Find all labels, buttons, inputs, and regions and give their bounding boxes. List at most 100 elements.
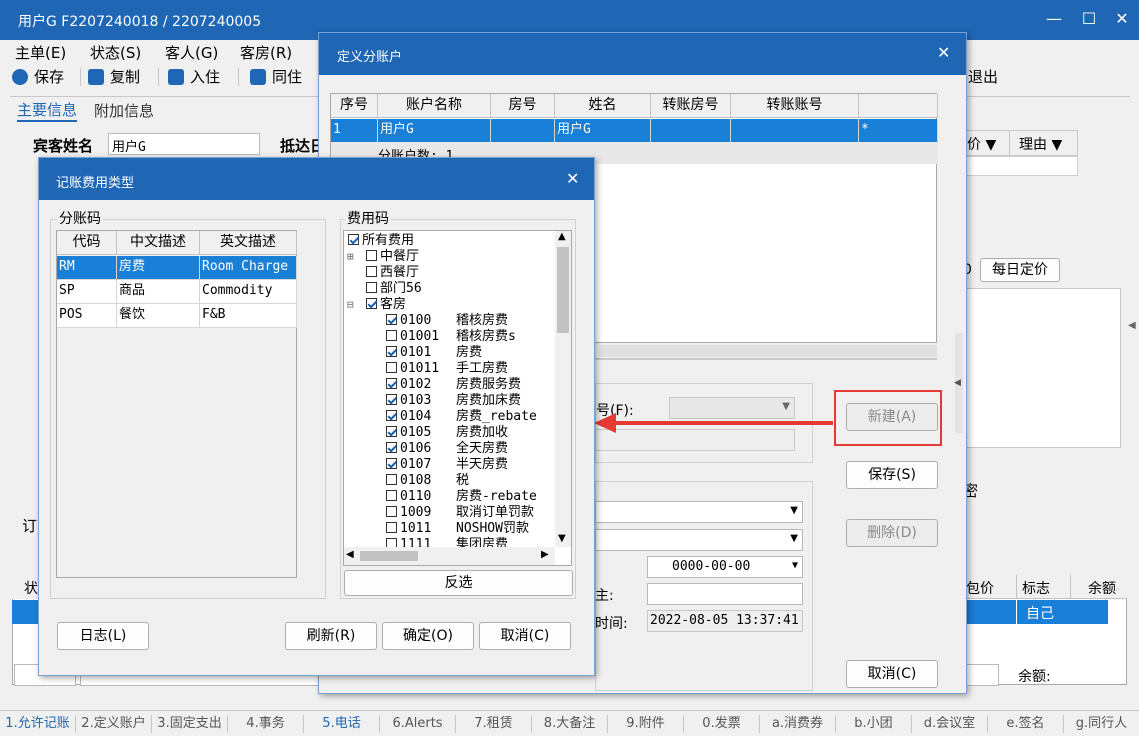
refresh-button[interactable]: 刷新(R) <box>285 622 377 650</box>
detail-select-1[interactable]: ▼ <box>595 501 803 523</box>
save-button[interactable]: 保存 <box>12 66 64 87</box>
status-tab-meeting-room[interactable]: d.会议室 <box>912 715 988 733</box>
ok-button[interactable]: 确定(O) <box>382 622 474 650</box>
tree-node[interactable]: 0105 房费加收 <box>386 425 508 441</box>
table-row[interactable]: 1 用户G 用户G * <box>331 119 938 143</box>
tree-checkbox[interactable] <box>366 266 377 277</box>
chevron-left-icon[interactable]: ◀ <box>346 549 354 560</box>
expand-icon[interactable]: ⊞ <box>347 249 354 264</box>
tree-checkbox[interactable] <box>366 282 377 293</box>
copy-button[interactable]: 复制 <box>88 66 140 87</box>
bottom-input-right[interactable] <box>966 664 999 686</box>
balance-header[interactable]: 余额 <box>1088 578 1116 598</box>
share-button[interactable]: 同住 <box>250 66 302 87</box>
tree-checkbox[interactable] <box>348 234 359 245</box>
save-button[interactable]: 保存(S) <box>846 461 938 489</box>
tree-node[interactable]: 部门56 <box>366 281 422 297</box>
tab-extra-info[interactable]: 附加信息 <box>94 100 154 121</box>
tree-checkbox[interactable] <box>386 410 397 421</box>
tree-checkbox[interactable] <box>386 458 397 469</box>
col-account-name[interactable]: 账户名称 <box>378 94 491 118</box>
cancel-button[interactable]: 取消(C) <box>479 622 571 650</box>
tree-checkbox[interactable] <box>386 474 397 485</box>
status-tab-remark[interactable]: 8.大备注 <box>532 715 608 733</box>
status-tab-signature[interactable]: e.签名 <box>988 715 1064 733</box>
status-tab-affairs[interactable]: 4.事务 <box>228 715 304 733</box>
tree-node[interactable]: 1011 NOSHOW罚款 <box>386 521 529 537</box>
minimize-icon[interactable]: — <box>1045 10 1063 28</box>
tree-node[interactable]: ⊟ 客房 <box>347 297 406 313</box>
col-guest-name[interactable]: 姓名 <box>555 94 651 118</box>
horizontal-scrollbar[interactable]: ◀ ▶ <box>344 547 555 565</box>
collapse-icon[interactable]: ⊟ <box>347 297 354 312</box>
tree-node[interactable]: 0108 税 <box>386 473 469 489</box>
menu-item-guest[interactable]: 客人(G) <box>165 42 218 63</box>
checkin-button[interactable]: 入住 <box>168 66 220 87</box>
tree-node[interactable]: ⊞ 中餐厅 <box>347 249 419 265</box>
tree-checkbox[interactable] <box>386 506 397 517</box>
daily-price-button[interactable]: 每日定价 <box>980 258 1060 282</box>
col-transfer-room[interactable]: 转账房号 <box>651 94 731 118</box>
remark-box[interactable] <box>966 288 1121 448</box>
flag-header[interactable]: 标志 <box>1022 578 1050 598</box>
status-tab-allow-charge[interactable]: 1.允许记账 <box>0 715 76 733</box>
tree-checkbox[interactable] <box>386 490 397 501</box>
tree-node[interactable]: 0104 房费_rebate <box>386 409 537 425</box>
tree-checkbox[interactable] <box>386 330 397 341</box>
new-button[interactable]: 新建(A) <box>846 403 938 431</box>
table-row[interactable]: SP 商品 Commodity <box>57 280 297 304</box>
collapse-arrow-icon[interactable]: ◀ <box>1128 320 1136 331</box>
tree-checkbox[interactable] <box>386 378 397 389</box>
col-transfer-account[interactable]: 转账账号 <box>731 94 859 118</box>
tree-checkbox[interactable] <box>366 298 377 309</box>
cancel-button[interactable]: 取消(C) <box>846 660 938 688</box>
collapse-arrow-icon[interactable]: ◀ <box>954 378 961 388</box>
invert-selection-button[interactable]: 反选 <box>344 570 573 596</box>
close-icon[interactable]: ✕ <box>566 169 579 188</box>
status-header[interactable]: 状 <box>12 575 40 599</box>
vertical-scrollbar[interactable]: ▲ ▼ <box>555 231 571 547</box>
tree-node[interactable]: 0103 房费加床费 <box>386 393 521 409</box>
col-en-desc[interactable]: 英文描述 <box>200 231 297 255</box>
status-tab-companion[interactable]: g.同行人 <box>1064 715 1139 733</box>
status-tab-invoice[interactable]: 0.发票 <box>684 715 760 733</box>
reason-header[interactable]: 理由 ▼ <box>1019 134 1062 154</box>
scroll-thumb[interactable] <box>557 247 569 333</box>
delete-button[interactable]: 删除(D) <box>846 519 938 547</box>
col-room[interactable]: 房号 <box>491 94 555 118</box>
table-row[interactable]: RM 房费 Room Charge <box>57 256 297 280</box>
tree-node[interactable]: 0102 房费服务费 <box>386 377 521 393</box>
menu-item-status[interactable]: 状态(S) <box>90 42 141 63</box>
detail-select-2[interactable]: ▼ <box>595 529 803 551</box>
status-tab-lease[interactable]: 7.租赁 <box>456 715 532 733</box>
status-tab-small-group[interactable]: b.小团 <box>836 715 912 733</box>
scroll-thumb[interactable] <box>360 551 418 561</box>
tree-checkbox[interactable] <box>366 250 377 261</box>
guest-name-input[interactable]: 用户G <box>108 133 260 155</box>
chevron-right-icon[interactable]: ▶ <box>541 549 549 560</box>
date-select[interactable]: 0000-00-00 ▼ <box>647 556 803 578</box>
table-row[interactable]: POS 餐饮 F&B <box>57 304 297 328</box>
tree-checkbox[interactable] <box>386 426 397 437</box>
tree-checkbox[interactable] <box>386 362 397 373</box>
status-tab-coupon[interactable]: a.消费券 <box>760 715 836 733</box>
tree-node[interactable]: 0110 房费-rebate <box>386 489 537 505</box>
menu-item-main[interactable]: 主单(E) <box>15 42 66 63</box>
chevron-down-icon[interactable]: ▼ <box>558 533 566 544</box>
tree-node[interactable]: 0101 房费 <box>386 345 482 361</box>
menu-item-room[interactable]: 客房(R) <box>240 42 292 63</box>
tree-node[interactable]: 0106 全天房费 <box>386 441 508 457</box>
exit-button[interactable]: 退出 <box>968 66 998 87</box>
tree-node[interactable]: 0107 半天房费 <box>386 457 508 473</box>
e-input[interactable] <box>647 583 803 605</box>
horizontal-scrollbar[interactable] <box>599 345 937 357</box>
tree-node[interactable]: 所有费用 <box>348 233 414 249</box>
col-cn-desc[interactable]: 中文描述 <box>117 231 200 255</box>
close-icon[interactable]: ✕ <box>1113 10 1131 28</box>
table-row[interactable]: 自己 <box>966 600 1108 624</box>
tree-node[interactable]: 西餐厅 <box>366 265 419 281</box>
status-tab-fixed-charge[interactable]: 3.固定支出 <box>152 715 228 733</box>
col-code[interactable]: 代码 <box>57 231 117 255</box>
log-button[interactable]: 日志(L) <box>57 622 149 650</box>
price-header[interactable]: 价 ▼ <box>967 134 996 154</box>
